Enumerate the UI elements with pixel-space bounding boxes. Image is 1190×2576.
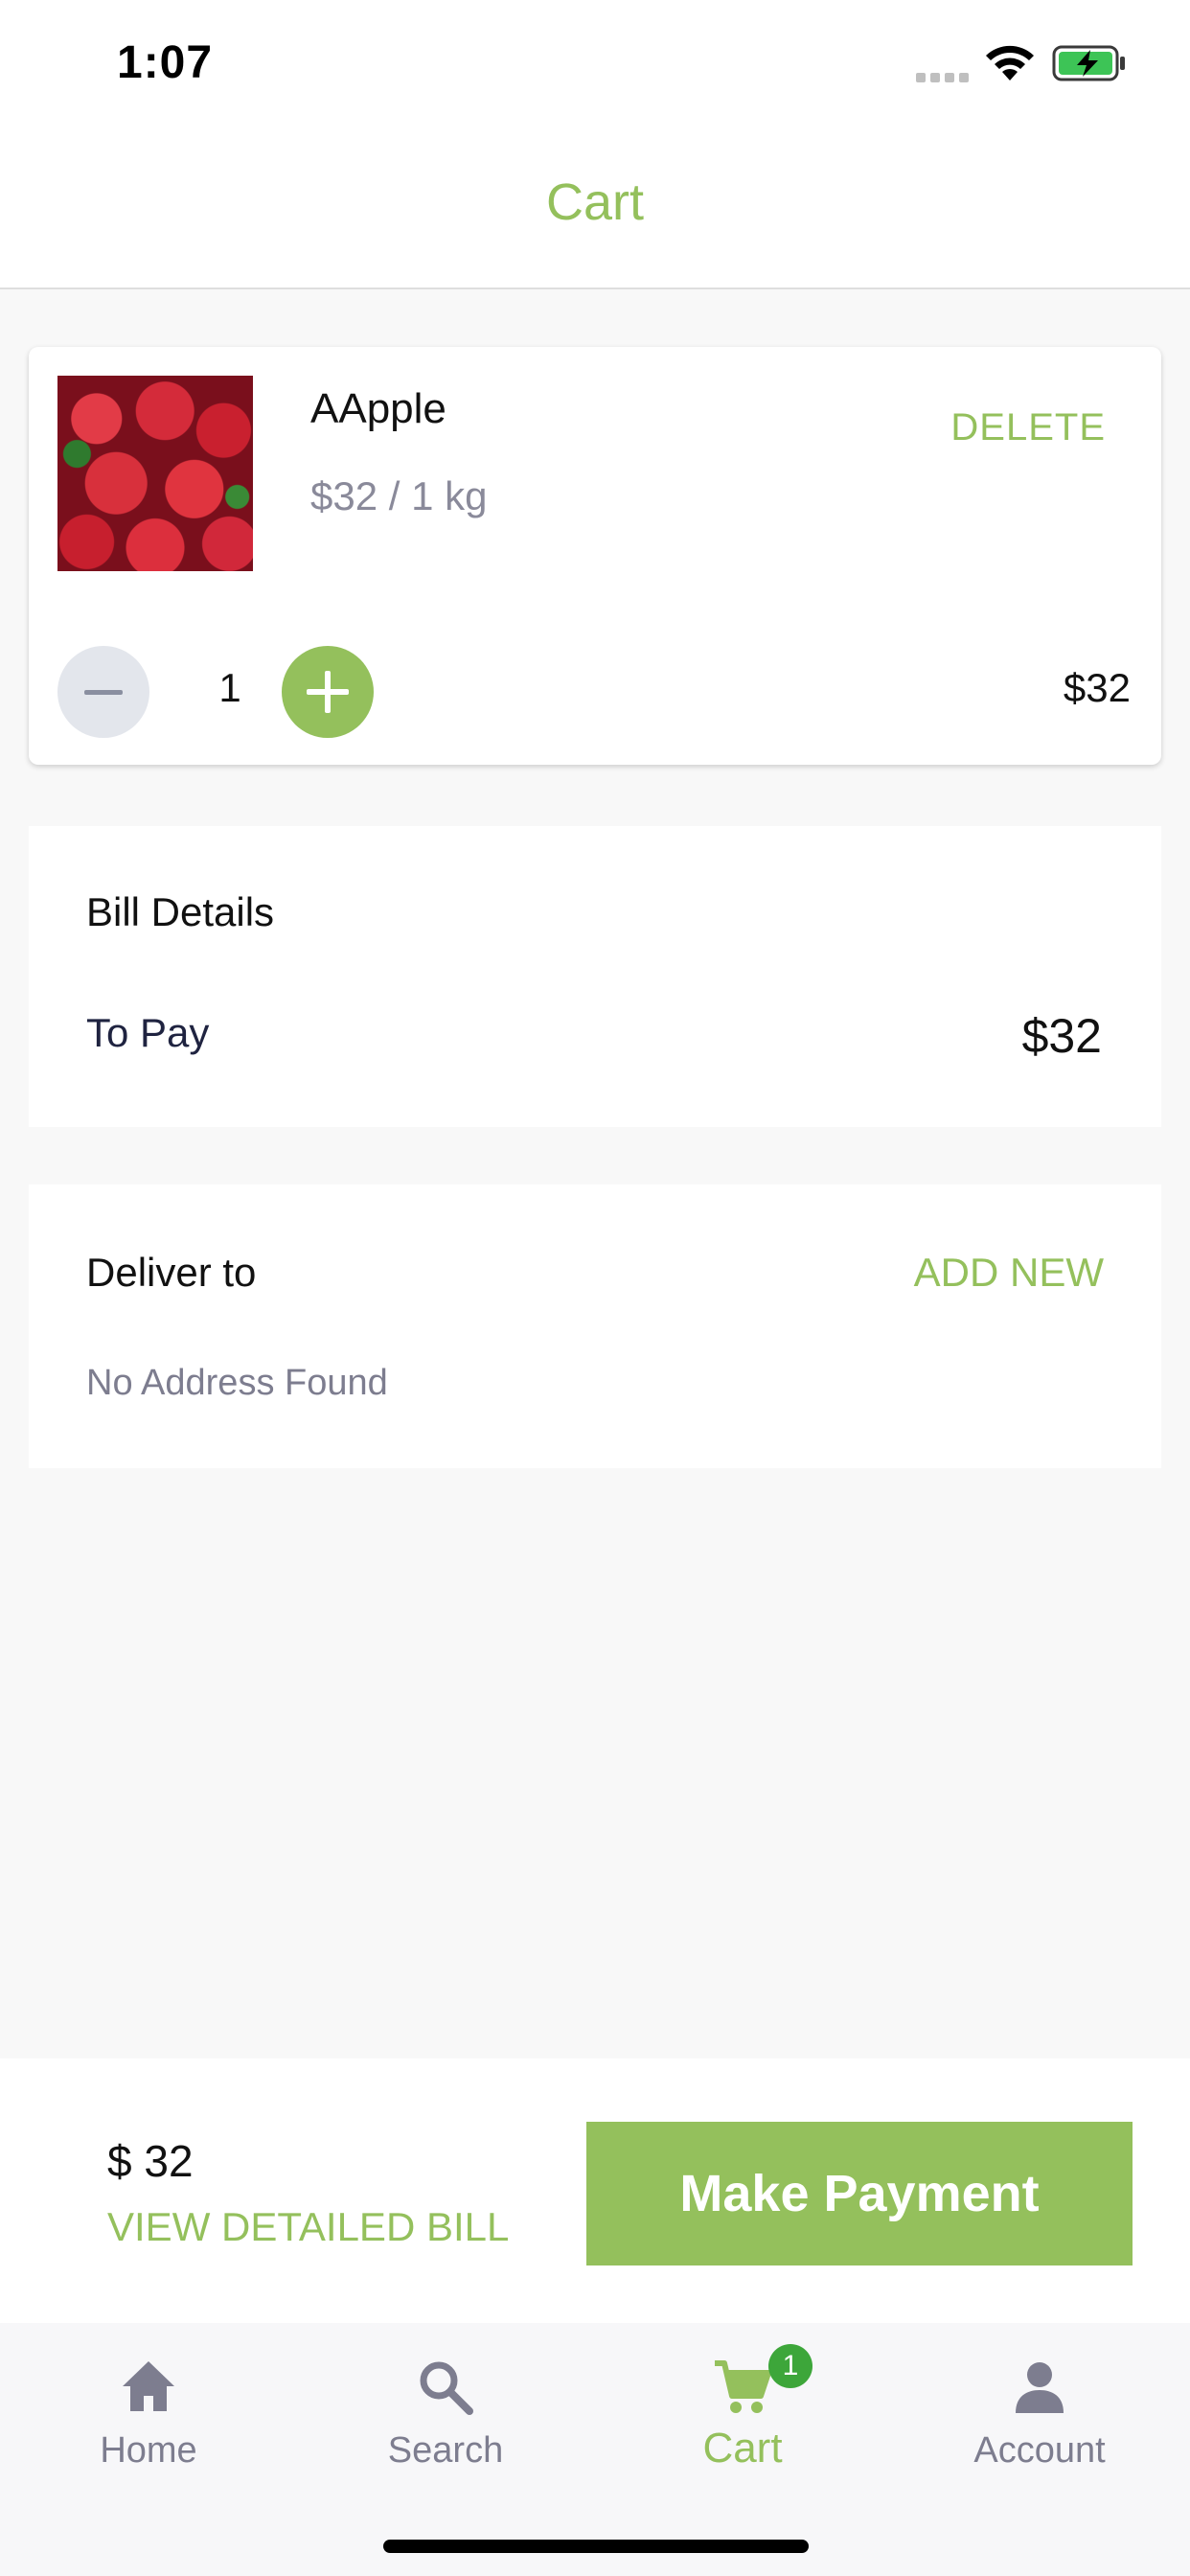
decrease-quantity-button[interactable] (57, 646, 149, 738)
add-new-address-button[interactable]: ADD NEW (914, 1250, 1104, 1296)
increase-quantity-button[interactable] (282, 646, 374, 738)
cellular-signal-icon (916, 73, 970, 82)
payment-total: $ 32 (107, 2136, 194, 2186)
bill-details-title: Bill Details (86, 889, 275, 934)
line-total: $32 (1063, 665, 1131, 710)
page-title: Cart (545, 173, 644, 231)
nav-label-account: Account (973, 2430, 1106, 2471)
delivery-address-card: Deliver to ADD NEW No Address Found (29, 1184, 1161, 1468)
page-header: Cart (0, 134, 1190, 289)
deliver-to-title: Deliver to (86, 1250, 257, 1295)
nav-label-home: Home (100, 2430, 197, 2471)
payment-bar: $ 32 VIEW DETAILED BILL Make Payment (0, 2058, 1190, 2323)
nav-item-search[interactable]: Search (297, 2323, 594, 2515)
nav-label-search: Search (387, 2430, 504, 2471)
nav-item-cart[interactable]: 1 Cart (594, 2323, 891, 2515)
nav-label-cart: Cart (702, 2425, 783, 2472)
to-pay-value: $32 (1021, 1009, 1102, 1063)
no-address-message: No Address Found (86, 1363, 388, 1403)
status-time: 1:07 (117, 37, 214, 88)
quantity-value: 1 (218, 665, 241, 710)
nav-item-account[interactable]: Account (891, 2323, 1188, 2515)
search-icon (420, 2361, 473, 2415)
view-detailed-bill-link[interactable]: VIEW DETAILED BILL (107, 2204, 509, 2250)
bottom-navigation: Home Search 1 Cart Account (0, 2323, 1190, 2576)
nav-item-home[interactable]: Home (0, 2323, 297, 2515)
cart-count-badge: 1 (768, 2344, 812, 2388)
product-image (57, 376, 253, 571)
account-icon (1016, 2362, 1064, 2413)
wifi-icon (986, 45, 1034, 80)
product-name: AApple (310, 385, 446, 432)
cart-item-card: AApple $32 / 1 kg DELETE 1 $32 (29, 347, 1161, 765)
product-price: $32 / 1 kg (310, 473, 488, 518)
battery-charging-icon (1052, 45, 1125, 81)
status-bar: 1:07 (0, 0, 1190, 134)
make-payment-button[interactable]: Make Payment (586, 2122, 1133, 2266)
bill-details-card: Bill Details To Pay $32 (29, 826, 1161, 1127)
cart-icon (715, 2360, 771, 2413)
home-icon (123, 2361, 174, 2411)
to-pay-label: To Pay (86, 1010, 210, 1055)
delete-button[interactable]: DELETE (950, 406, 1106, 449)
home-indicator[interactable] (383, 2540, 809, 2553)
